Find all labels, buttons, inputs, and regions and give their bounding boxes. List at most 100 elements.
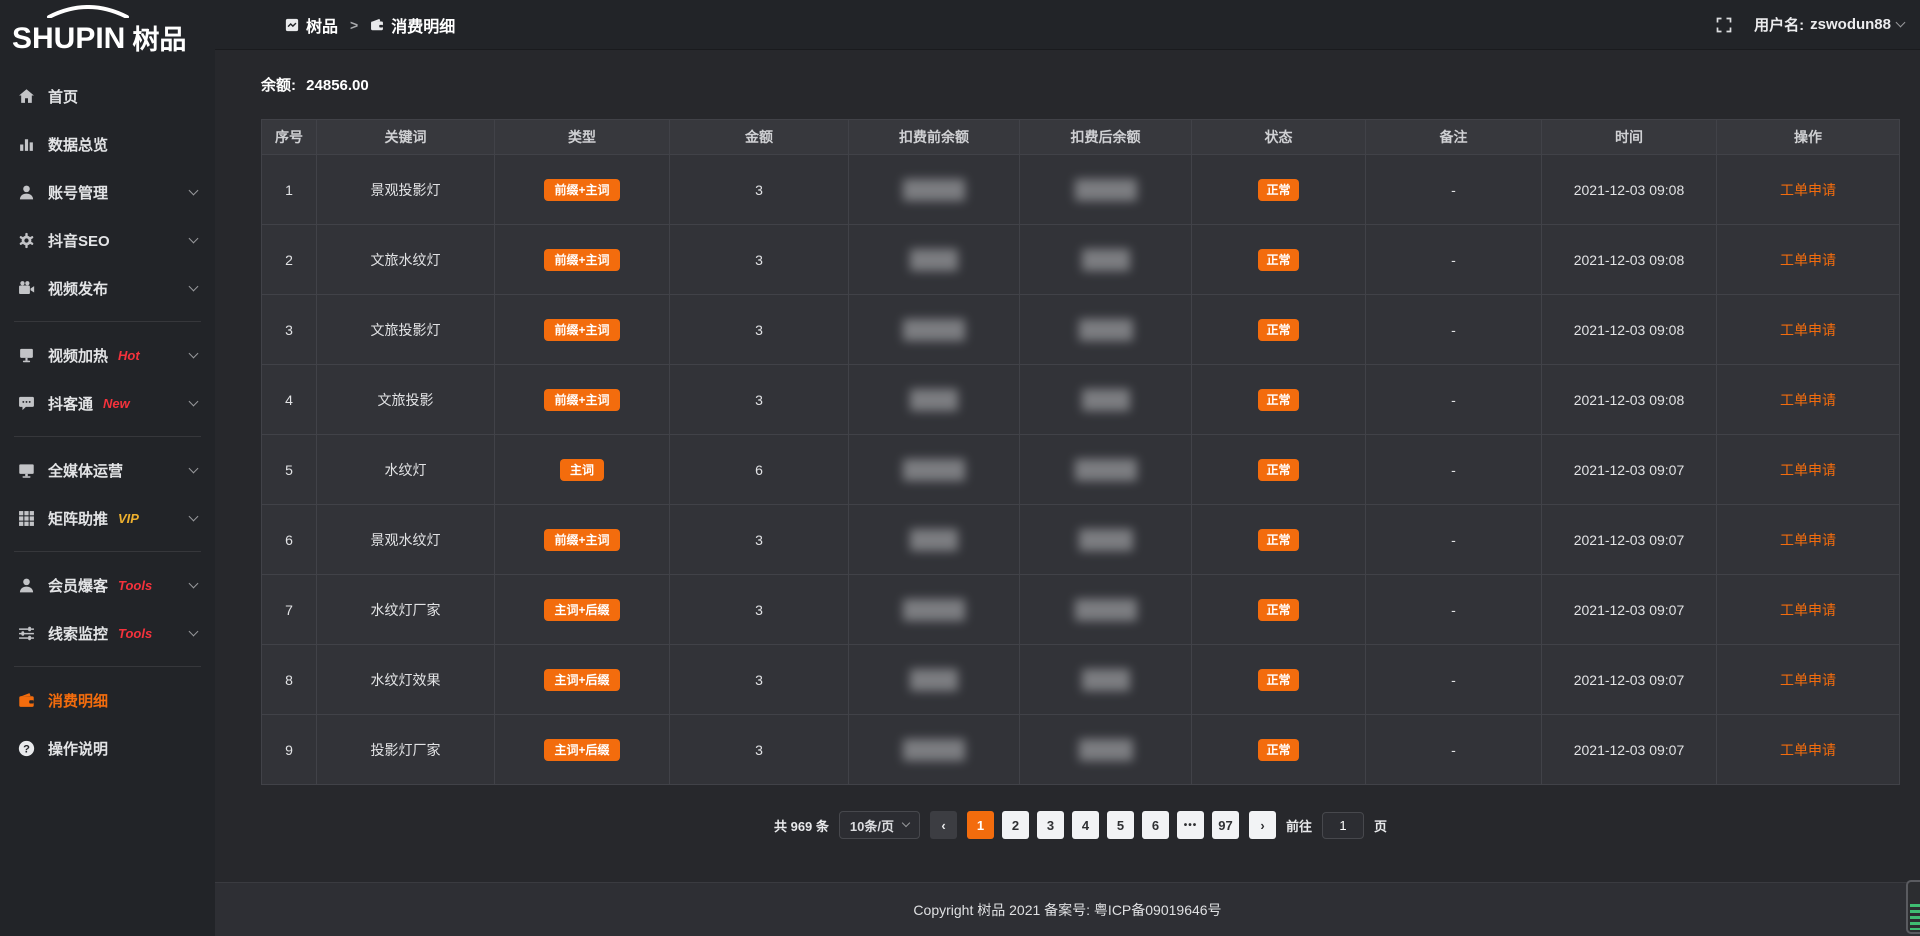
work-order-link[interactable]: 工单申请 — [1780, 252, 1836, 268]
sidebar-item-omnimedia-operation[interactable]: 全媒体运营 — [0, 446, 215, 494]
work-order-link[interactable]: 工单申请 — [1780, 532, 1836, 548]
redacted-pre-balance — [910, 249, 958, 271]
cell-status: 正常 — [1192, 365, 1366, 435]
sidebar-item-douyin-seo[interactable]: 抖音SEO — [0, 216, 215, 264]
status-badge: 正常 — [1258, 179, 1298, 201]
sidebar-item-video-heating[interactable]: 视频加热 Hot — [0, 331, 215, 379]
cell-pre-balance — [849, 645, 1020, 715]
cell-action: 工单申请 — [1717, 155, 1900, 225]
sidebar-item-video-publish[interactable]: 视频发布 — [0, 264, 215, 312]
sidebar-item-label: 全媒体运营 — [48, 460, 123, 481]
pagination-page-1[interactable]: 1 — [967, 811, 994, 839]
sidebar-item-account-management[interactable]: 账号管理 — [0, 168, 215, 216]
goto-unit: 页 — [1374, 816, 1387, 835]
cell-index: 8 — [262, 645, 317, 715]
cell-index: 9 — [262, 715, 317, 785]
pagination-pages: 123456 ••• 97 — [967, 811, 1239, 839]
redacted-post-balance — [1079, 739, 1133, 761]
chevron-down-icon — [1896, 18, 1906, 28]
bar-chart-icon — [18, 136, 35, 153]
cell-status: 正常 — [1192, 155, 1366, 225]
sidebar-item-home[interactable]: 首页 — [0, 72, 215, 120]
page-size-select[interactable]: 10条/页 — [839, 811, 920, 839]
redacted-post-balance — [1075, 459, 1137, 481]
pagination-page-6[interactable]: 6 — [1142, 811, 1169, 839]
table-row: 7水纹灯厂家主词+后缀3正常-2021-12-03 09:07工单申请 — [262, 575, 1900, 645]
work-order-link[interactable]: 工单申请 — [1780, 742, 1836, 758]
col-time: 时间 — [1542, 120, 1717, 155]
fullscreen-icon[interactable] — [1716, 17, 1732, 33]
sidebar-item-label: 会员爆客 — [48, 575, 108, 596]
sidebar-item-operation-guide[interactable]: ? 操作说明 — [0, 724, 215, 772]
member-icon — [18, 577, 35, 594]
cell-status: 正常 — [1192, 505, 1366, 575]
redacted-post-balance — [1075, 599, 1137, 621]
sidebar-item-lead-monitoring[interactable]: 线索监控 Tools — [0, 609, 215, 657]
sidebar-nav: 首页 数据总览 账号管理 抖音SEO 视频发布 — [0, 62, 215, 772]
sidebar-item-data-overview[interactable]: 数据总览 — [0, 120, 215, 168]
balance-label: 余额: — [261, 77, 296, 94]
sidebar-item-matrix-boost[interactable]: 矩阵助推 VIP — [0, 494, 215, 542]
work-order-link[interactable]: 工单申请 — [1780, 602, 1836, 618]
cell-pre-balance — [849, 295, 1020, 365]
work-order-link[interactable]: 工单申请 — [1780, 462, 1836, 478]
cell-keyword: 投影灯厂家 — [317, 715, 495, 785]
sidebar-item-consumption-details[interactable]: 消费明细 — [0, 676, 215, 724]
sidebar-item-doukoutong[interactable]: 抖客通 New — [0, 379, 215, 427]
divider — [14, 551, 201, 552]
cell-index: 4 — [262, 365, 317, 435]
cell-index: 3 — [262, 295, 317, 365]
cell-post-balance — [1020, 645, 1192, 715]
pagination-next-button[interactable]: › — [1249, 811, 1276, 839]
hot-badge: Hot — [118, 348, 140, 363]
main-column: 树品 > 消费明细 用户名: zswodun88 余额: 24 — [215, 0, 1920, 936]
cell-index: 7 — [262, 575, 317, 645]
pagination-page-4[interactable]: 4 — [1072, 811, 1099, 839]
work-order-link[interactable]: 工单申请 — [1780, 392, 1836, 408]
sidebar-item-label: 操作说明 — [48, 738, 108, 759]
goto-label: 前往 — [1286, 816, 1312, 835]
cell-note: - — [1366, 435, 1542, 505]
table-row: 8水纹灯效果主词+后缀3正常-2021-12-03 09:07工单申请 — [262, 645, 1900, 715]
type-badge: 前缀+主词 — [544, 389, 619, 411]
redacted-post-balance — [1082, 249, 1130, 271]
table-row: 4文旅投影前缀+主词3正常-2021-12-03 09:08工单申请 — [262, 365, 1900, 435]
cell-amount: 3 — [670, 295, 849, 365]
cell-time: 2021-12-03 09:07 — [1542, 435, 1717, 505]
pagination-ellipsis[interactable]: ••• — [1177, 811, 1204, 839]
chevron-down-icon — [189, 463, 199, 473]
user-icon — [18, 184, 35, 201]
cell-type: 主词 — [495, 435, 670, 505]
pagination-page-97[interactable]: 97 — [1212, 811, 1239, 839]
col-post-balance: 扣费后余额 — [1020, 120, 1192, 155]
work-order-link[interactable]: 工单申请 — [1780, 182, 1836, 198]
table-row: 2文旅水纹灯前缀+主词3正常-2021-12-03 09:08工单申请 — [262, 225, 1900, 295]
work-order-link[interactable]: 工单申请 — [1780, 672, 1836, 688]
sidebar-item-label: 消费明细 — [48, 690, 108, 711]
goto-page-input[interactable] — [1322, 812, 1364, 839]
pagination-total: 共 969 条 — [774, 816, 829, 835]
status-badge: 正常 — [1258, 599, 1298, 621]
user-menu[interactable]: 用户名: zswodun88 — [1754, 14, 1904, 35]
col-note: 备注 — [1366, 120, 1542, 155]
status-badge: 正常 — [1258, 389, 1298, 411]
cell-note: - — [1366, 715, 1542, 785]
pagination-page-2[interactable]: 2 — [1002, 811, 1029, 839]
cell-status: 正常 — [1192, 295, 1366, 365]
table-row: 6景观水纹灯前缀+主词3正常-2021-12-03 09:07工单申请 — [262, 505, 1900, 575]
status-badge: 正常 — [1258, 529, 1298, 551]
sidebar-item-label: 首页 — [48, 86, 78, 107]
tools-badge: Tools — [118, 626, 152, 641]
pagination-page-5[interactable]: 5 — [1107, 811, 1134, 839]
work-order-link[interactable]: 工单申请 — [1780, 322, 1836, 338]
cell-amount: 3 — [670, 645, 849, 715]
cell-keyword: 景观投影灯 — [317, 155, 495, 225]
type-badge: 主词 — [560, 459, 604, 481]
vip-badge: VIP — [118, 511, 139, 526]
pagination-prev-button[interactable]: ‹ — [930, 811, 957, 839]
redacted-pre-balance — [910, 389, 958, 411]
sidebar-item-member-tools[interactable]: 会员爆客 Tools — [0, 561, 215, 609]
logo-arc — [46, 5, 130, 18]
breadcrumb-root[interactable]: 树品 — [285, 13, 338, 37]
pagination-page-3[interactable]: 3 — [1037, 811, 1064, 839]
